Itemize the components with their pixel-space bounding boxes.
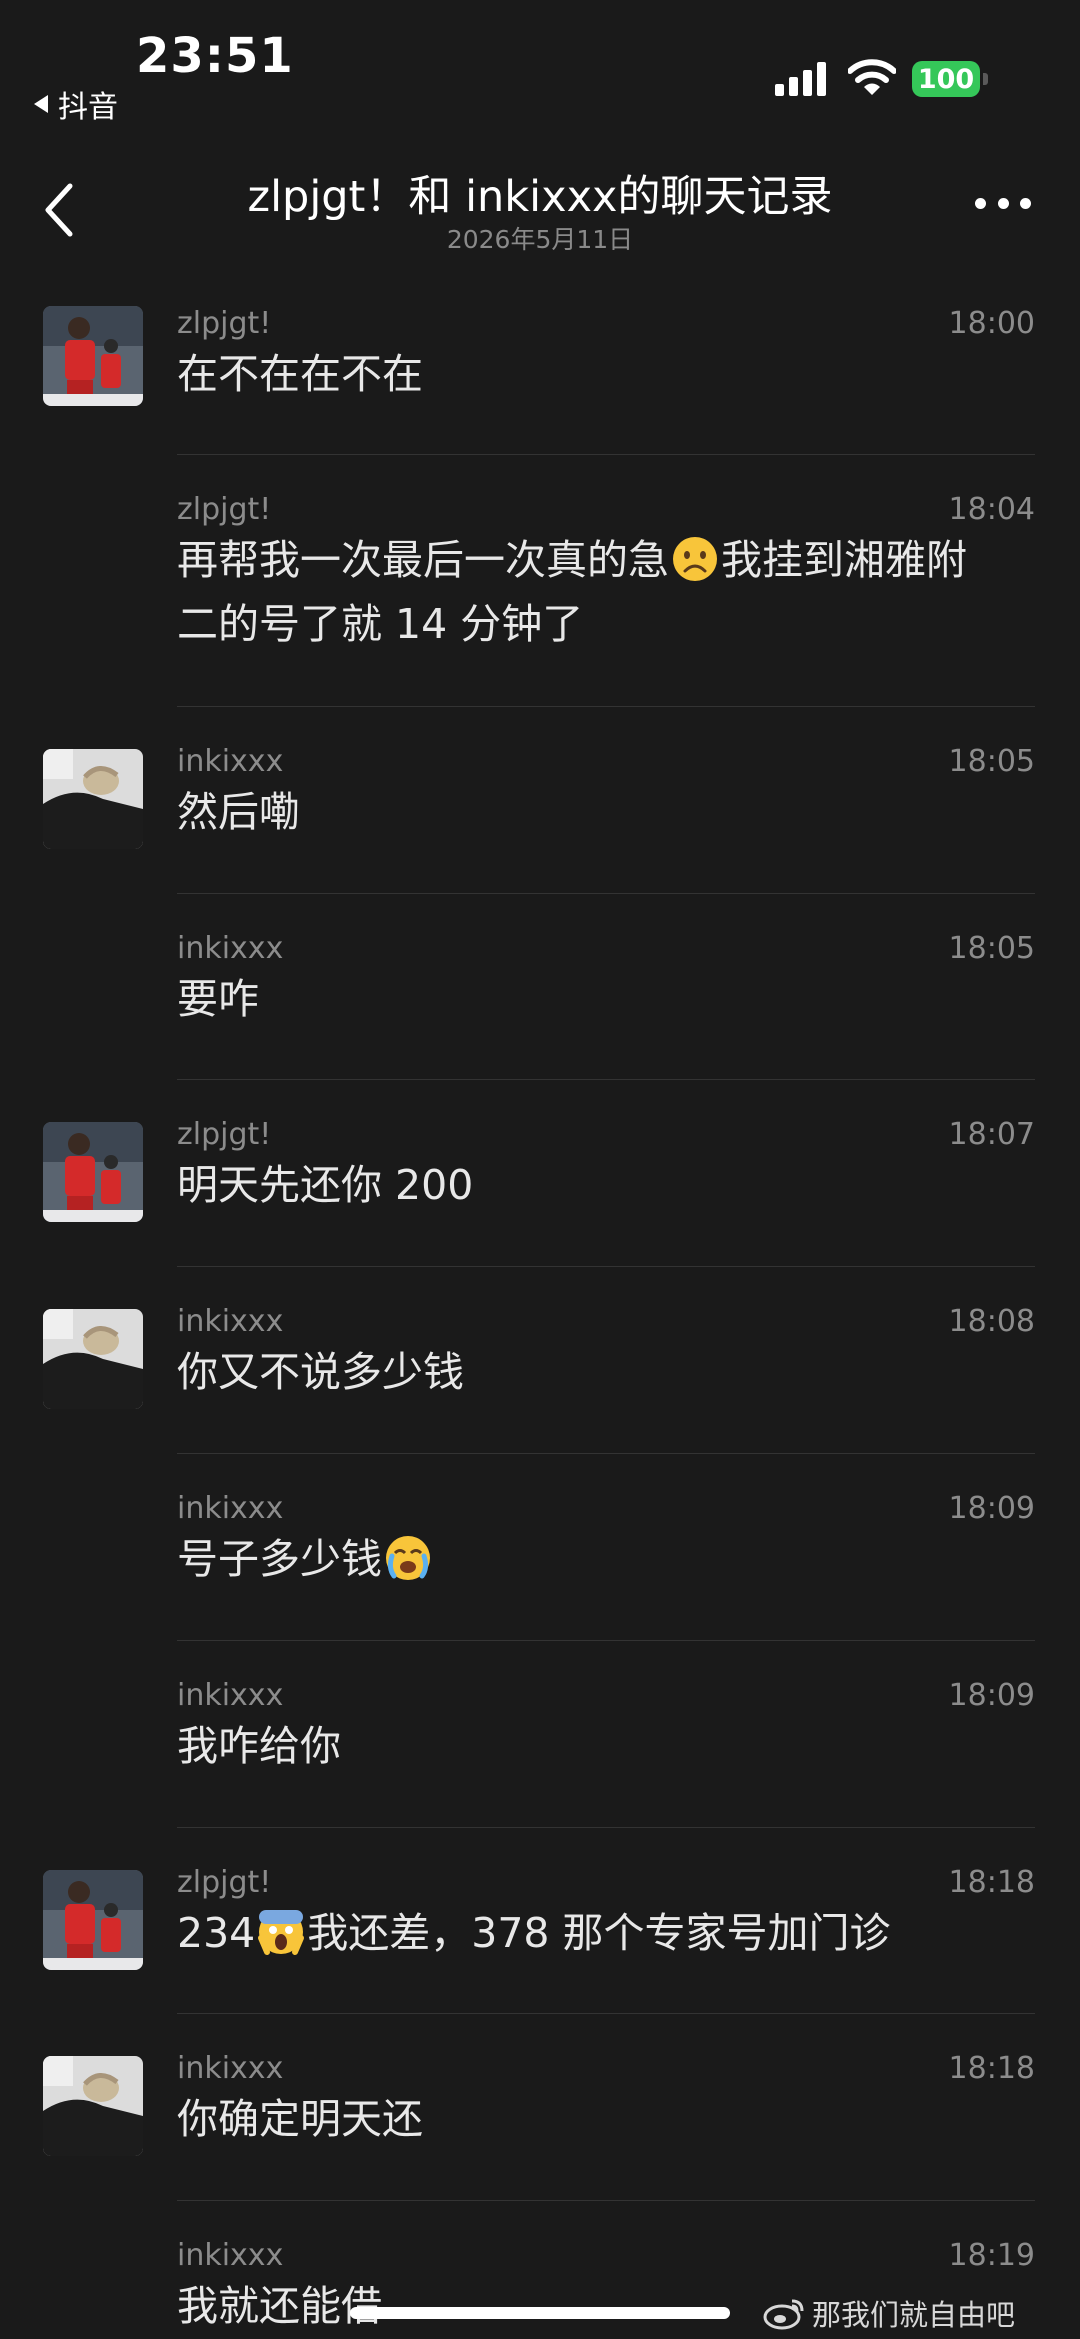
crying-face-emoji xyxy=(386,1536,430,1580)
message-divider xyxy=(177,1079,1035,1080)
battery-cap xyxy=(983,73,988,85)
more-dot xyxy=(975,198,986,209)
person-lying-avatar[interactable] xyxy=(43,2056,143,2156)
message-text: 号子多少钱 xyxy=(177,1527,1037,1591)
person-lying-avatar[interactable] xyxy=(43,1309,143,1409)
football-player-avatar[interactable] xyxy=(43,1870,143,1970)
more-dot xyxy=(997,198,1009,209)
message-text: 然后嘞 xyxy=(177,788,300,836)
message-time: 18:18 xyxy=(948,2051,1035,2086)
message-text: 你确定明天还 xyxy=(177,2095,423,2143)
message-divider xyxy=(177,2200,1035,2201)
battery-level: 100 xyxy=(912,61,980,97)
message-divider xyxy=(177,706,1035,707)
message-time: 18:19 xyxy=(948,2238,1035,2273)
message-divider xyxy=(177,1827,1035,1828)
back-chevron-icon[interactable] xyxy=(40,180,80,240)
message-time: 18:00 xyxy=(948,306,1035,341)
weibo-watermark: 那我们就自由吧 xyxy=(762,2292,1015,2334)
message-divider xyxy=(177,893,1035,894)
message-time: 18:09 xyxy=(948,1491,1035,1526)
sender-name: zlpjgt! xyxy=(177,492,272,527)
chat-history-header: zlpjgt！和 inkixxx的聊天记录 2026年5月11日 xyxy=(0,150,1080,270)
sender-name: inkixxx xyxy=(177,931,284,966)
sender-name: inkixxx xyxy=(177,1304,284,1339)
message-item[interactable]: zlpjgt! 18:07 明天先还你 200 xyxy=(0,1117,1080,1267)
frowning-face-emoji xyxy=(673,537,717,581)
home-indicator[interactable] xyxy=(350,2307,730,2319)
message-text-part: 再帮我一次最后一次真的急 xyxy=(177,536,669,584)
message-divider xyxy=(177,1266,1035,1267)
message-divider xyxy=(177,1640,1035,1641)
message-time: 18:04 xyxy=(948,492,1035,527)
more-dot xyxy=(1020,198,1031,209)
message-item[interactable]: inkixxx 18:08 你又不说多少钱 xyxy=(0,1304,1080,1454)
football-player-avatar[interactable] xyxy=(43,1122,143,1222)
sender-name: zlpjgt! xyxy=(177,1117,272,1152)
message-time: 18:18 xyxy=(948,1865,1035,1900)
message-time: 18:05 xyxy=(948,744,1035,779)
wifi-icon xyxy=(848,59,896,95)
message-text: 明天先还你 200 xyxy=(177,1161,474,1209)
message-text: 再帮我一次最后一次真的急 我挂到湘雅附二的号了就 14 分钟了 xyxy=(177,528,1007,656)
weibo-logo-icon xyxy=(763,2299,804,2330)
sender-name: inkixxx xyxy=(177,744,284,779)
back-app-label: 抖音 xyxy=(58,90,118,125)
message-item[interactable]: zlpjgt! 18:00 在不在在不在 xyxy=(0,306,1080,456)
message-text: 我咋给你 xyxy=(177,1722,341,1770)
cellular-signal-icon xyxy=(775,62,826,96)
message-list[interactable]: zlpjgt! 18:00 在不在在不在 zlpjgt! 18:04 再帮我一次… xyxy=(0,270,1080,2339)
message-text: 要咋 xyxy=(177,975,259,1023)
message-divider xyxy=(177,2013,1035,2014)
message-item[interactable]: inkixxx 18:09 号子多少钱 xyxy=(0,1491,1080,1641)
message-divider xyxy=(177,454,1035,455)
more-options-icon[interactable] xyxy=(975,198,1031,214)
message-time: 18:05 xyxy=(948,931,1035,966)
message-text: 在不在在不在 xyxy=(177,350,423,398)
message-item[interactable]: zlpjgt! 18:18 234 我还差，378 那个专家号加门诊 xyxy=(0,1865,1080,2015)
sender-name: zlpjgt! xyxy=(177,306,272,341)
sender-name: inkixxx xyxy=(177,1491,284,1526)
status-bar: 23:51 抖音 100 xyxy=(0,0,1080,150)
message-text-part: 234 xyxy=(177,1909,256,1957)
message-item[interactable]: inkixxx 18:05 要咋 xyxy=(0,931,1080,1081)
football-player-avatar[interactable] xyxy=(43,306,143,406)
message-text: 234 我还差，378 那个专家号加门诊 xyxy=(177,1901,1037,1965)
message-item[interactable]: inkixxx 18:05 然后嘞 xyxy=(0,744,1080,894)
message-time: 18:09 xyxy=(948,1678,1035,1713)
message-text-part: 我还差，378 那个专家号加门诊 xyxy=(307,1909,891,1957)
sender-name: inkixxx xyxy=(177,1678,284,1713)
back-to-app-link[interactable]: 抖音 xyxy=(34,82,118,126)
person-lying-avatar[interactable] xyxy=(43,749,143,849)
back-triangle-icon xyxy=(34,95,48,113)
message-divider xyxy=(177,1453,1035,1454)
message-item[interactable]: inkixxx 18:18 你确定明天还 xyxy=(0,2051,1080,2201)
message-text-part: 号子多少钱 xyxy=(177,1535,382,1583)
watermark-text: 那我们就自由吧 xyxy=(812,2298,1016,2332)
sender-name: zlpjgt! xyxy=(177,1865,272,1900)
message-item[interactable]: inkixxx 18:09 我咋给你 xyxy=(0,1678,1080,1828)
page-title: zlpjgt！和 inkixxx的聊天记录 xyxy=(247,172,833,222)
status-time: 23:51 xyxy=(136,28,294,84)
message-text: 你又不说多少钱 xyxy=(177,1348,464,1396)
sender-name: inkixxx xyxy=(177,2051,284,2086)
sender-name: inkixxx xyxy=(177,2238,284,2273)
message-item[interactable]: zlpjgt! 18:04 再帮我一次最后一次真的急 我挂到湘雅附二的号了就 14… xyxy=(0,492,1080,692)
message-time: 18:07 xyxy=(948,1117,1035,1152)
screaming-face-emoji xyxy=(258,1910,305,1955)
page-date: 2026年5月11日 xyxy=(446,225,634,254)
battery-indicator: 100 xyxy=(912,60,988,98)
message-time: 18:08 xyxy=(948,1304,1035,1339)
